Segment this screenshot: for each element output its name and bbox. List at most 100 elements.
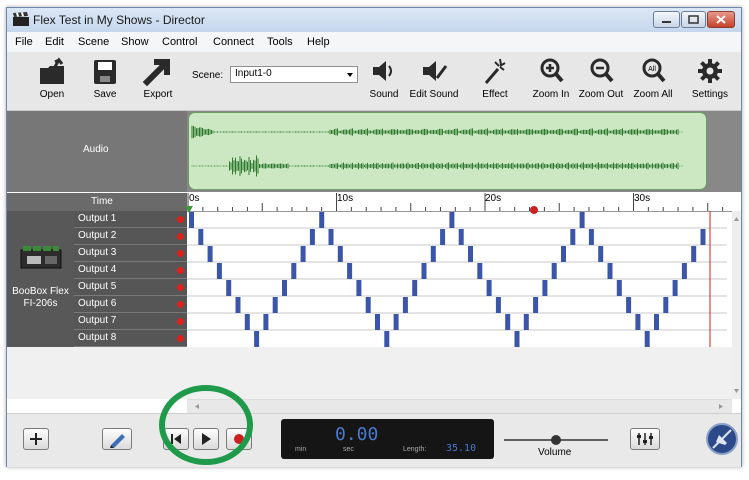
record-arm-dot[interactable]: [177, 250, 184, 257]
maximize-button[interactable]: [681, 11, 706, 28]
effect-button[interactable]: Effect: [479, 56, 511, 100]
output-cue[interactable]: [514, 331, 520, 347]
export-button[interactable]: Export: [140, 56, 176, 100]
output-cue[interactable]: [691, 246, 697, 262]
output-row-7[interactable]: Output 7: [74, 313, 187, 330]
output-cue[interactable]: [486, 280, 492, 296]
output-cue[interactable]: [579, 212, 585, 228]
menu-control[interactable]: Control: [162, 36, 197, 48]
output-cue[interactable]: [635, 314, 641, 330]
output-row-6[interactable]: Output 6: [74, 296, 187, 313]
title-bar[interactable]: Flex Test in My Shows - Director: [7, 8, 741, 32]
output-cue[interactable]: [402, 297, 408, 313]
output-cue[interactable]: [421, 263, 427, 279]
volume-slider-thumb[interactable]: [551, 435, 561, 445]
output-cue[interactable]: [440, 229, 446, 245]
output-row-1[interactable]: Output 1: [74, 211, 187, 228]
output-row-3[interactable]: Output 3: [74, 245, 187, 262]
sound-button[interactable]: Sound: [369, 56, 399, 100]
menu-help[interactable]: Help: [307, 36, 330, 48]
output-cue[interactable]: [570, 229, 576, 245]
save-button[interactable]: Save: [90, 56, 120, 100]
output-cue[interactable]: [216, 263, 222, 279]
output-cue[interactable]: [458, 229, 464, 245]
zoom-all-button[interactable]: All Zoom All: [631, 56, 675, 100]
record-arm-dot[interactable]: [177, 233, 184, 240]
output-cue[interactable]: [272, 297, 278, 313]
menu-file[interactable]: File: [15, 36, 33, 48]
output-cue[interactable]: [412, 280, 418, 296]
output-cue[interactable]: [291, 263, 297, 279]
output-cue[interactable]: [365, 297, 371, 313]
output-cue[interactable]: [551, 263, 557, 279]
record-arm-dot[interactable]: [177, 318, 184, 325]
output-cue[interactable]: [254, 331, 260, 347]
output-cue[interactable]: [542, 280, 548, 296]
output-row-2[interactable]: Output 2: [74, 228, 187, 245]
vertical-scrollbar[interactable]: [732, 211, 741, 399]
output-cue[interactable]: [681, 263, 687, 279]
output-cue[interactable]: [644, 331, 650, 347]
output-cue[interactable]: [328, 229, 334, 245]
scene-select[interactable]: Input1-0: [230, 66, 358, 83]
output-row-4[interactable]: Output 4: [74, 262, 187, 279]
output-cue[interactable]: [495, 297, 501, 313]
output-cue[interactable]: [607, 263, 613, 279]
output-cue[interactable]: [523, 314, 529, 330]
audio-clip[interactable]: [188, 112, 707, 190]
menu-edit[interactable]: Edit: [45, 36, 64, 48]
output-cue[interactable]: [337, 246, 343, 262]
output-cue[interactable]: [226, 280, 232, 296]
output-cue[interactable]: [282, 280, 287, 296]
record-arm-dot[interactable]: [177, 335, 184, 342]
zoom-out-button[interactable]: Zoom Out: [578, 56, 624, 100]
volume-slider[interactable]: [502, 432, 610, 448]
record-arm-dot[interactable]: [177, 267, 184, 274]
output-cue[interactable]: [347, 263, 353, 279]
menu-scene[interactable]: Scene: [78, 36, 109, 48]
output-cue[interactable]: [300, 246, 306, 262]
minimize-button[interactable]: [653, 11, 680, 28]
edit-button[interactable]: [102, 428, 132, 450]
output-cue[interactable]: [561, 246, 566, 262]
add-button[interactable]: [23, 428, 49, 450]
output-cue[interactable]: [654, 314, 659, 330]
settings-button[interactable]: Settings: [690, 56, 730, 100]
record-arm-dot[interactable]: [177, 216, 184, 223]
output-cue[interactable]: [468, 246, 473, 262]
menu-show[interactable]: Show: [121, 36, 149, 48]
edit-sound-button[interactable]: Edit Sound: [409, 56, 459, 100]
output-cue[interactable]: [598, 246, 604, 262]
output-cue[interactable]: [393, 314, 399, 330]
menu-tools[interactable]: Tools: [267, 36, 293, 48]
output-cue[interactable]: [505, 314, 511, 330]
output-cue[interactable]: [626, 297, 632, 313]
output-cue[interactable]: [700, 229, 706, 245]
output-cue[interactable]: [588, 229, 594, 245]
output-cue[interactable]: [319, 212, 325, 228]
output-cue[interactable]: [207, 246, 213, 262]
end-marker-dot[interactable]: [528, 204, 540, 216]
output-cue[interactable]: [477, 263, 483, 279]
output-cue[interactable]: [430, 246, 436, 262]
open-button[interactable]: Open: [35, 56, 69, 100]
output-cue[interactable]: [384, 331, 390, 347]
output-cue[interactable]: [375, 314, 380, 330]
disconnect-button[interactable]: [705, 422, 739, 456]
output-cue[interactable]: [663, 297, 669, 313]
menu-connect[interactable]: Connect: [213, 36, 254, 48]
output-cue[interactable]: [309, 229, 315, 245]
output-cue[interactable]: [198, 229, 204, 245]
event-grid[interactable]: [187, 211, 741, 347]
output-row-5[interactable]: Output 5: [74, 279, 187, 296]
mixer-button[interactable]: [630, 428, 660, 450]
record-arm-dot[interactable]: [177, 301, 184, 308]
output-row-8[interactable]: Output 8: [74, 330, 187, 347]
zoom-in-button[interactable]: Zoom In: [531, 56, 571, 100]
output-cue[interactable]: [449, 212, 455, 228]
output-cue[interactable]: [672, 280, 678, 296]
output-cue[interactable]: [533, 297, 539, 313]
output-cue[interactable]: [244, 314, 250, 330]
close-button[interactable]: [707, 11, 735, 28]
output-cue[interactable]: [616, 280, 622, 296]
